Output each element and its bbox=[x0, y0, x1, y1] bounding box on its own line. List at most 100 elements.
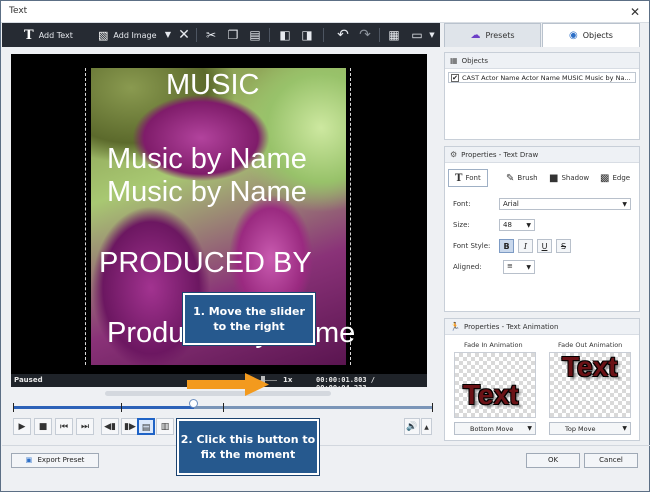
monitor-icon[interactable]: ▭ bbox=[408, 26, 426, 44]
list-item[interactable]: ✔ CAST Actor Name Actor Name MUSIC Music… bbox=[448, 72, 636, 83]
tab-brush-label: Brush bbox=[517, 174, 538, 182]
tab-shadow[interactable]: ■ Shadow bbox=[549, 169, 589, 187]
export-preset-label: Export Preset bbox=[37, 456, 85, 464]
fade-out-preview-text: Text bbox=[562, 352, 618, 382]
objects-panel: ▦ Objects ✔ CAST Actor Name Actor Name M… bbox=[444, 52, 640, 140]
tab-objects[interactable]: ◉ Objects bbox=[542, 23, 640, 47]
align-center-icon: ≡ bbox=[507, 262, 513, 270]
set-start-icon[interactable]: ◀▮ bbox=[101, 418, 119, 435]
objects-panel-header: ▦ Objects bbox=[445, 53, 639, 69]
italic-button[interactable]: I bbox=[518, 239, 533, 253]
toolbar-divider bbox=[196, 28, 197, 42]
chevron-down-icon: ▼ bbox=[526, 222, 531, 229]
playback-speed: 1x bbox=[283, 376, 293, 384]
chevron-down-icon: ▼ bbox=[527, 425, 532, 432]
chevron-up-icon[interactable]: ▲ bbox=[421, 418, 432, 435]
cancel-button[interactable]: Cancel bbox=[584, 453, 638, 468]
bring-forward-icon[interactable]: ◧ bbox=[276, 26, 294, 44]
volume-icon[interactable]: 🔊 bbox=[404, 418, 420, 435]
timeline-slider-handle[interactable] bbox=[188, 399, 198, 408]
font-value: Arial bbox=[503, 200, 519, 208]
strikethrough-button[interactable]: S bbox=[556, 239, 571, 253]
slider-hint-text: 1. Move the slider to the right bbox=[193, 305, 305, 333]
tab-font-label: Font bbox=[465, 174, 481, 182]
font-select[interactable]: Arial ▼ bbox=[499, 198, 631, 210]
chevron-down-icon: ▼ bbox=[622, 201, 627, 208]
slider-hint-callout: 1. Move the slider to the right bbox=[183, 293, 315, 345]
tab-font[interactable]: T Font bbox=[448, 169, 488, 187]
add-text-label: Add Text bbox=[38, 30, 73, 40]
close-icon[interactable]: ✕ bbox=[627, 4, 643, 20]
text-editor-window: Text ✕ T Add Text ▧ Add Image ▼ ✕ ✂ ❐ ▤ … bbox=[0, 0, 650, 492]
objects-list-icon: ▦ bbox=[450, 56, 458, 65]
copy-icon[interactable]: ❐ bbox=[224, 26, 242, 44]
object-checkbox[interactable]: ✔ bbox=[451, 73, 459, 82]
fade-in-preview-text: Text bbox=[463, 379, 519, 410]
title-bar: Text ✕ bbox=[1, 1, 649, 23]
tab-edge[interactable]: ▩ Edge bbox=[600, 169, 630, 187]
footer-divider bbox=[2, 445, 650, 446]
add-image-button[interactable]: ▧ Add Image bbox=[98, 26, 157, 44]
fix-moment-button[interactable]: ▤ bbox=[137, 418, 155, 435]
toolbar-divider bbox=[269, 28, 270, 42]
timeline[interactable] bbox=[11, 399, 435, 415]
objects-icon: ◉ bbox=[569, 30, 578, 41]
next-frame-icon[interactable]: ⏭ bbox=[76, 418, 94, 435]
chevron-down-icon[interactable]: ▼ bbox=[426, 26, 438, 44]
text-icon: T bbox=[24, 27, 34, 43]
shadow-icon: ■ bbox=[549, 172, 559, 184]
add-image-label: Add Image bbox=[113, 30, 157, 40]
text-draw-properties-panel: ⚙ Properties - Text Draw T Font ✎ Brush … bbox=[444, 146, 640, 312]
cut-icon[interactable]: ✂ bbox=[202, 26, 220, 44]
send-backward-icon[interactable]: ◨ bbox=[298, 26, 316, 44]
text-music-by-name-2[interactable]: Music by Name bbox=[107, 176, 307, 209]
redo-icon[interactable]: ↷ bbox=[356, 26, 374, 44]
fade-in-marker[interactable] bbox=[121, 403, 122, 412]
add-text-button[interactable]: T Add Text bbox=[24, 26, 73, 44]
object-name: CAST Actor Name Actor Name MUSIC Music b… bbox=[462, 73, 631, 82]
running-figure-icon: 🏃 bbox=[450, 322, 460, 331]
chevron-down-icon: ▼ bbox=[526, 264, 531, 271]
tab-presets[interactable]: ☁ Presets bbox=[444, 23, 541, 47]
button-hint-callout: 2. Click this button to fix the moment bbox=[177, 419, 319, 475]
aligned-label: Aligned: bbox=[453, 263, 482, 271]
alignment-select[interactable]: ≡ ▼ bbox=[503, 260, 535, 274]
timeline-end-marker bbox=[432, 403, 433, 412]
fade-out-marker[interactable] bbox=[223, 403, 224, 412]
fade-out-label: Fade Out Animation bbox=[558, 341, 623, 349]
title-text-produced-by[interactable]: PRODUCED BY bbox=[99, 247, 312, 280]
previous-frame-icon[interactable]: ⏮ bbox=[55, 418, 73, 435]
tab-shadow-label: Shadow bbox=[561, 174, 590, 182]
title-text-music[interactable]: MUSIC bbox=[166, 69, 259, 102]
text-draw-panel-header: ⚙ Properties - Text Draw bbox=[445, 147, 639, 163]
time-readout: 00:00:01.803 / 00:00:04.233 bbox=[316, 376, 376, 387]
tab-presets-label: Presets bbox=[485, 31, 515, 40]
stop-icon[interactable]: ■ bbox=[34, 418, 52, 435]
waveform-icon[interactable]: ▥ bbox=[156, 418, 174, 435]
undo-icon[interactable]: ↶ bbox=[334, 26, 352, 44]
size-select[interactable]: 48 ▼ bbox=[499, 219, 535, 231]
paste-icon[interactable]: ▤ bbox=[246, 26, 264, 44]
timeline-start-marker bbox=[13, 403, 14, 412]
bold-button[interactable]: B bbox=[499, 239, 514, 253]
fade-out-select[interactable]: Top Move ▼ bbox=[549, 422, 631, 435]
tab-edge-label: Edge bbox=[612, 174, 631, 182]
toolbar-divider bbox=[379, 28, 380, 42]
playback-state: Paused bbox=[14, 376, 43, 384]
export-preset-button[interactable]: ▣ Export Preset bbox=[11, 453, 99, 468]
fade-in-value: Bottom Move bbox=[470, 425, 514, 433]
delete-icon[interactable]: ✕ bbox=[175, 26, 193, 44]
export-icon: ▣ bbox=[25, 456, 33, 464]
tab-brush[interactable]: ✎ Brush bbox=[506, 169, 538, 187]
fade-in-select[interactable]: Bottom Move ▼ bbox=[454, 422, 536, 435]
fade-in-preview: Text bbox=[454, 352, 536, 418]
window-title: Text bbox=[9, 6, 28, 16]
text-music-by-name-1[interactable]: Music by Name bbox=[107, 143, 307, 176]
underline-button[interactable]: U bbox=[537, 239, 552, 253]
text-animation-panel-header: 🏃 Properties - Text Animation bbox=[445, 319, 639, 335]
edge-icon: ▩ bbox=[600, 172, 610, 184]
text-draw-panel-title: Properties - Text Draw bbox=[461, 150, 539, 159]
grid-icon[interactable]: ▦ bbox=[385, 26, 403, 44]
play-icon[interactable]: ▶ bbox=[13, 418, 31, 435]
ok-button[interactable]: OK bbox=[526, 453, 580, 468]
